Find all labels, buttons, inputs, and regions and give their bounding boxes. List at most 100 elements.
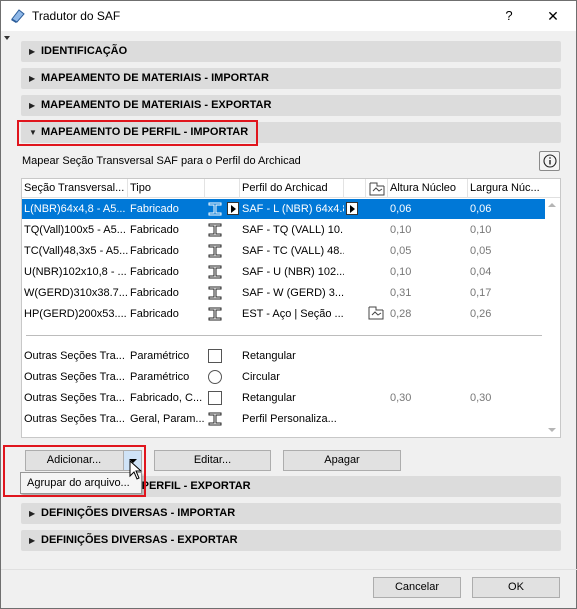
square-icon bbox=[207, 348, 223, 364]
col-height[interactable]: Altura Núcleo bbox=[388, 179, 468, 198]
cell-height: 0,31 bbox=[390, 287, 412, 299]
i-beam-icon bbox=[207, 306, 223, 322]
section-label: MAPEAMENTO DE MATERIAIS - IMPORTAR bbox=[41, 72, 269, 84]
cell-profile: SAF - U (NBR) 102... bbox=[242, 266, 344, 278]
table-row[interactable]: Outras Seções Tra... Fabricado, C... Retan… bbox=[22, 388, 546, 408]
cell-section: Outras Seções Tra... bbox=[24, 392, 125, 404]
table-row[interactable]: Outras Seções Tra... Geral, Param... Perfi… bbox=[22, 409, 546, 429]
highlight-outline bbox=[17, 120, 258, 146]
chevron-right-icon: ▶ bbox=[29, 509, 36, 518]
cell-profile: Retangular bbox=[242, 392, 296, 404]
col-section[interactable]: Seção Transversal... bbox=[22, 179, 128, 198]
table-row[interactable]: W(GERD)310x38.7... Fabricado SAF - W (GERD… bbox=[22, 283, 546, 303]
cell-type: Fabricado bbox=[130, 203, 179, 215]
col-arrow[interactable] bbox=[344, 179, 366, 198]
section-label: DEFINIÇÕES DIVERSAS - IMPORTAR bbox=[41, 507, 236, 519]
col-profile-icon[interactable] bbox=[366, 179, 388, 198]
table-row[interactable]: Outras Seções Tra... Paramétrico Circular bbox=[22, 367, 546, 387]
cell-width: 0,05 bbox=[470, 245, 492, 257]
cell-section: L(NBR)64x4,8 - A5... bbox=[24, 203, 126, 215]
profile-mapping-table: Seção Transversal... Tipo Perfil do Arch… bbox=[21, 178, 561, 438]
section-material-export[interactable]: ▶ MAPEAMENTO DE MATERIAIS - EXPORTAR bbox=[21, 95, 561, 116]
cell-profile: SAF - TC (VALL) 48.... bbox=[242, 245, 344, 257]
title-bar: Tradutor do SAF ? ✕ bbox=[1, 1, 576, 31]
cell-profile: SAF - W (GERD) 3... bbox=[242, 287, 344, 299]
col-width[interactable]: Largura Núc... bbox=[468, 179, 546, 198]
cell-section: Outras Seções Tra... bbox=[24, 413, 125, 425]
cell-width: 0,10 bbox=[470, 224, 492, 236]
i-beam-icon bbox=[207, 222, 223, 238]
close-button[interactable]: ✕ bbox=[539, 5, 567, 27]
cell-type: Fabricado bbox=[130, 224, 179, 236]
cell-profile: EST - Aço | Seção ... bbox=[242, 308, 344, 320]
vertical-scrollbar[interactable] bbox=[545, 198, 560, 437]
section-misc-export[interactable]: ▶ DEFINIÇÕES DIVERSAS - EXPORTAR bbox=[21, 530, 561, 551]
open-profile-arrow-icon[interactable] bbox=[346, 202, 358, 215]
section-label: DEFINIÇÕES DIVERSAS - EXPORTAR bbox=[41, 534, 238, 546]
cell-type: Fabricado bbox=[130, 287, 179, 299]
mouse-cursor-icon bbox=[129, 460, 143, 480]
cell-type: Geral, Param... bbox=[130, 413, 205, 425]
i-beam-icon bbox=[207, 411, 223, 427]
cell-height: 0,05 bbox=[390, 245, 412, 257]
cell-height bbox=[390, 367, 468, 387]
section-misc-import[interactable]: ▶ DEFINIÇÕES DIVERSAS - IMPORTAR bbox=[21, 503, 561, 524]
table-row[interactable]: TQ(Vall)100x5 - A5... Fabricado SAF - TQ (… bbox=[22, 220, 546, 240]
table-row[interactable]: TC(Vall)48,3x5 - A5... Fabricado SAF - TC … bbox=[22, 241, 546, 261]
footer-divider bbox=[1, 569, 577, 570]
cell-profile: SAF - L (NBR) 64x4.8 bbox=[242, 203, 344, 215]
open-profile-arrow-icon[interactable] bbox=[227, 202, 239, 215]
i-beam-icon bbox=[207, 201, 223, 217]
table-row[interactable]: U(NBR)102x10,8 - ... Fabricado SAF - U (NB… bbox=[22, 262, 546, 282]
cell-type: Fabricado bbox=[130, 266, 179, 278]
section-material-import[interactable]: ▶ MAPEAMENTO DE MATERIAIS - IMPORTAR bbox=[21, 68, 561, 89]
cell-height bbox=[390, 409, 468, 429]
profile-shape-icon bbox=[369, 182, 385, 196]
cell-type: Paramétrico bbox=[130, 350, 190, 362]
cell-height bbox=[390, 346, 468, 366]
cell-section: TC(Vall)48,3x5 - A5... bbox=[24, 245, 128, 257]
table-row[interactable]: Outras Seções Tra... Paramétrico Retangula… bbox=[22, 346, 546, 366]
cell-section: Outras Seções Tra... bbox=[24, 350, 125, 362]
col-icon[interactable] bbox=[205, 179, 240, 198]
chevron-right-icon: ▶ bbox=[29, 74, 36, 83]
section-label: MAPEAMENTO DE MATERIAIS - EXPORTAR bbox=[41, 99, 272, 111]
cell-section: U(NBR)102x10,8 - ... bbox=[24, 266, 127, 278]
cell-height: 0,10 bbox=[390, 224, 412, 236]
edit-button[interactable]: Editar... bbox=[154, 450, 271, 471]
help-button[interactable]: ? bbox=[497, 5, 521, 27]
cell-profile: Perfil Personaliza... bbox=[242, 413, 337, 425]
cell-profile: Circular bbox=[242, 371, 280, 383]
section-label: IDENTIFICAÇÃO bbox=[41, 45, 128, 57]
highlight-outline bbox=[3, 445, 146, 497]
table-row[interactable]: L(NBR)64x4,8 - A5... Fabricado SAF - L (NB… bbox=[22, 199, 546, 219]
col-profile[interactable]: Perfil do Archicad bbox=[240, 179, 344, 198]
scroll-up-icon[interactable] bbox=[548, 203, 556, 207]
cell-width: 0,30 bbox=[470, 392, 492, 404]
i-beam-icon bbox=[207, 285, 223, 301]
window-title: Tradutor do SAF bbox=[32, 9, 121, 23]
cancel-button[interactable]: Cancelar bbox=[373, 577, 461, 598]
scroll-down-icon[interactable] bbox=[548, 428, 556, 432]
i-beam-icon bbox=[207, 243, 223, 259]
chevron-right-icon: ▶ bbox=[29, 47, 36, 56]
cell-section: Outras Seções Tra... bbox=[24, 371, 125, 383]
info-button[interactable] bbox=[539, 151, 560, 171]
delete-button[interactable]: Apagar bbox=[283, 450, 401, 471]
ok-button[interactable]: OK bbox=[472, 577, 560, 598]
section-identificacao[interactable]: ▶ IDENTIFICAÇÃO bbox=[21, 41, 561, 62]
cell-section: TQ(Vall)100x5 - A5... bbox=[24, 224, 126, 236]
cell-type: Paramétrico bbox=[130, 371, 190, 383]
table-row[interactable]: HP(GERD)200x53.... Fabricado EST - Aço | S… bbox=[22, 304, 546, 324]
cell-width: 0,04 bbox=[470, 266, 492, 278]
col-type[interactable]: Tipo bbox=[128, 179, 205, 198]
mapping-description: Mapear Seção Transversal SAF para o Perf… bbox=[22, 155, 301, 167]
cell-height: 0,10 bbox=[390, 266, 412, 278]
cell-type: Fabricado bbox=[130, 308, 179, 320]
cell-height: 0,30 bbox=[390, 392, 412, 404]
cell-section: HP(GERD)200x53.... bbox=[24, 308, 127, 320]
chevron-right-icon: ▶ bbox=[29, 101, 36, 110]
translator-dialog: Tradutor do SAF ? ✕ ▶ IDENTIFICAÇÃO ▶ MAPE… bbox=[0, 0, 577, 609]
cell-width bbox=[470, 409, 546, 429]
cell-width bbox=[470, 367, 546, 387]
